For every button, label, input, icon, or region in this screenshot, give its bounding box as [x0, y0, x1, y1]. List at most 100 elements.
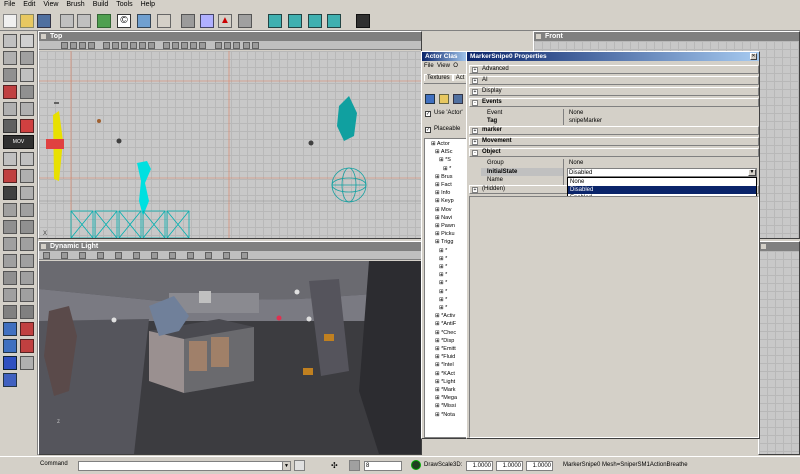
- zoom-icon[interactable]: [20, 169, 34, 183]
- tree-item[interactable]: ⊞ *: [443, 165, 451, 173]
- tree-item[interactable]: ⊞ *: [439, 288, 447, 296]
- drawscale-lock-icon[interactable]: [411, 460, 421, 470]
- viewport-option-icon[interactable]: [79, 252, 86, 259]
- viewport-option-icon[interactable]: [181, 42, 188, 49]
- camera-move-icon[interactable]: [3, 34, 17, 48]
- scale-y-input[interactable]: 1.0000: [496, 461, 523, 471]
- tag-row[interactable]: Tag: [481, 117, 497, 125]
- menu-build[interactable]: Build: [89, 0, 113, 9]
- property-category-row[interactable]: + marker: [469, 126, 759, 135]
- tree-item[interactable]: ⊞ *KAct: [435, 370, 455, 378]
- viewport-option-icon[interactable]: [199, 42, 206, 49]
- viewport-option-icon[interactable]: [169, 252, 176, 259]
- expand-icon[interactable]: +: [472, 89, 478, 95]
- tree-item[interactable]: ⊞ *Chec: [435, 329, 456, 337]
- viewport-option-icon[interactable]: [61, 252, 68, 259]
- menu-view[interactable]: View: [39, 0, 62, 9]
- play-level-icon[interactable]: [356, 14, 370, 28]
- tree-item[interactable]: ⊞ *AntiF: [435, 320, 456, 328]
- tree-item[interactable]: ⊞ *Mega: [435, 394, 457, 402]
- side-viewport-grid[interactable]: [759, 251, 799, 454]
- expand-icon[interactable]: +: [472, 139, 478, 145]
- menu-edit[interactable]: Edit: [19, 0, 39, 9]
- tree-item[interactable]: ⊞ Actor: [431, 140, 450, 148]
- property-category-row[interactable]: - Object: [469, 148, 759, 157]
- collapse-icon[interactable]: -: [472, 150, 478, 156]
- arrow-red-icon[interactable]: [3, 169, 17, 183]
- open-map-icon[interactable]: [20, 14, 34, 28]
- static-mesh-icon[interactable]: [238, 14, 252, 28]
- snap-grid-icon[interactable]: [349, 460, 360, 471]
- tag-value[interactable]: snipeMarker: [569, 117, 602, 125]
- scale-icon[interactable]: [3, 51, 17, 65]
- chevron-down-icon[interactable]: ▼: [282, 461, 291, 471]
- property-category-row[interactable]: + Advanced: [469, 65, 759, 74]
- texture-pan-icon[interactable]: [3, 102, 17, 116]
- perspective-viewport[interactable]: Dynamic Light z: [38, 241, 422, 455]
- property-category-row[interactable]: + Display: [469, 87, 759, 96]
- collapse-icon[interactable]: -: [472, 100, 478, 106]
- show-all-icon[interactable]: [3, 356, 17, 370]
- mov-icon[interactable]: MOV: [3, 135, 34, 149]
- viewport-option-icon[interactable]: [133, 252, 140, 259]
- viewport-option-icon[interactable]: [172, 42, 179, 49]
- viewport-option-icon[interactable]: [190, 42, 197, 49]
- chevron-down-icon[interactable]: ▼: [748, 169, 756, 176]
- rotate-icon[interactable]: [20, 51, 34, 65]
- perspective-render[interactable]: z: [39, 261, 421, 454]
- cylinder-icon[interactable]: [20, 237, 34, 251]
- viewport-option-icon[interactable]: [130, 42, 137, 49]
- texture-browser-icon[interactable]: [137, 14, 151, 28]
- actor-menu-file[interactable]: File: [424, 63, 434, 69]
- viewport-s-icon[interactable]: [88, 42, 95, 49]
- tree-item[interactable]: ⊞ *Nota: [435, 411, 455, 419]
- tree-item[interactable]: ⊞ Pawn: [435, 222, 455, 230]
- property-category-row[interactable]: + AI: [469, 76, 759, 85]
- viewport-option-icon[interactable]: [205, 252, 212, 259]
- menu-file[interactable]: File: [0, 0, 19, 9]
- top-viewport[interactable]: Top X: [38, 31, 422, 239]
- curved-stairs-icon[interactable]: [20, 220, 34, 234]
- mover-icon[interactable]: [20, 305, 34, 319]
- expand-icon[interactable]: +: [472, 78, 478, 84]
- viewport-option-icon[interactable]: [163, 42, 170, 49]
- vertex-edit-icon[interactable]: [20, 34, 34, 48]
- tree-item[interactable]: ⊞ Picku: [435, 230, 455, 238]
- stairs-icon[interactable]: [3, 220, 17, 234]
- show-selected-icon[interactable]: [3, 322, 17, 336]
- spiral-icon[interactable]: [3, 254, 17, 268]
- add-brush-icon[interactable]: [3, 271, 17, 285]
- volume-select-icon[interactable]: [3, 373, 17, 387]
- tab-textures[interactable]: Textures: [424, 74, 453, 81]
- path-icon[interactable]: [3, 152, 17, 166]
- tree-item[interactable]: ⊞ *: [439, 247, 447, 255]
- sound-icon[interactable]: [327, 14, 341, 28]
- expand-icon[interactable]: +: [472, 187, 478, 193]
- event-row[interactable]: Event: [481, 109, 502, 117]
- side-viewport[interactable]: [758, 241, 800, 455]
- expand-icon[interactable]: +: [472, 128, 478, 134]
- search-actors-icon[interactable]: [97, 14, 111, 28]
- open-package-icon[interactable]: [439, 94, 449, 104]
- save-package-icon[interactable]: [453, 94, 463, 104]
- brush-clip-icon[interactable]: [3, 68, 17, 82]
- polygon-icon[interactable]: [20, 85, 34, 99]
- viewport-option-icon[interactable]: [243, 42, 250, 49]
- viewport-t-icon[interactable]: [70, 42, 77, 49]
- viewport-option-icon[interactable]: [187, 252, 194, 259]
- initialstate-combo[interactable]: Disabled ▼: [567, 168, 757, 177]
- terrain-icon[interactable]: [3, 119, 17, 133]
- viewport-option-icon[interactable]: [97, 252, 104, 259]
- viewport-option-icon[interactable]: [151, 252, 158, 259]
- prefab-icon[interactable]: [268, 14, 282, 28]
- menu-brush[interactable]: Brush: [62, 0, 88, 9]
- viewport-option-icon[interactable]: [43, 252, 50, 259]
- tree-item[interactable]: ⊞ *: [439, 255, 447, 263]
- tree-item[interactable]: ⊞ *: [439, 263, 447, 271]
- tree-item[interactable]: ⊞ *: [439, 296, 447, 304]
- tree-item[interactable]: ⊞ Brus: [435, 173, 452, 181]
- tree-item[interactable]: ⊞ *Activ: [435, 312, 455, 320]
- viewport-option-icon[interactable]: [215, 42, 222, 49]
- tree-item[interactable]: ⊞ *S: [439, 156, 451, 164]
- undo-icon[interactable]: [60, 14, 74, 28]
